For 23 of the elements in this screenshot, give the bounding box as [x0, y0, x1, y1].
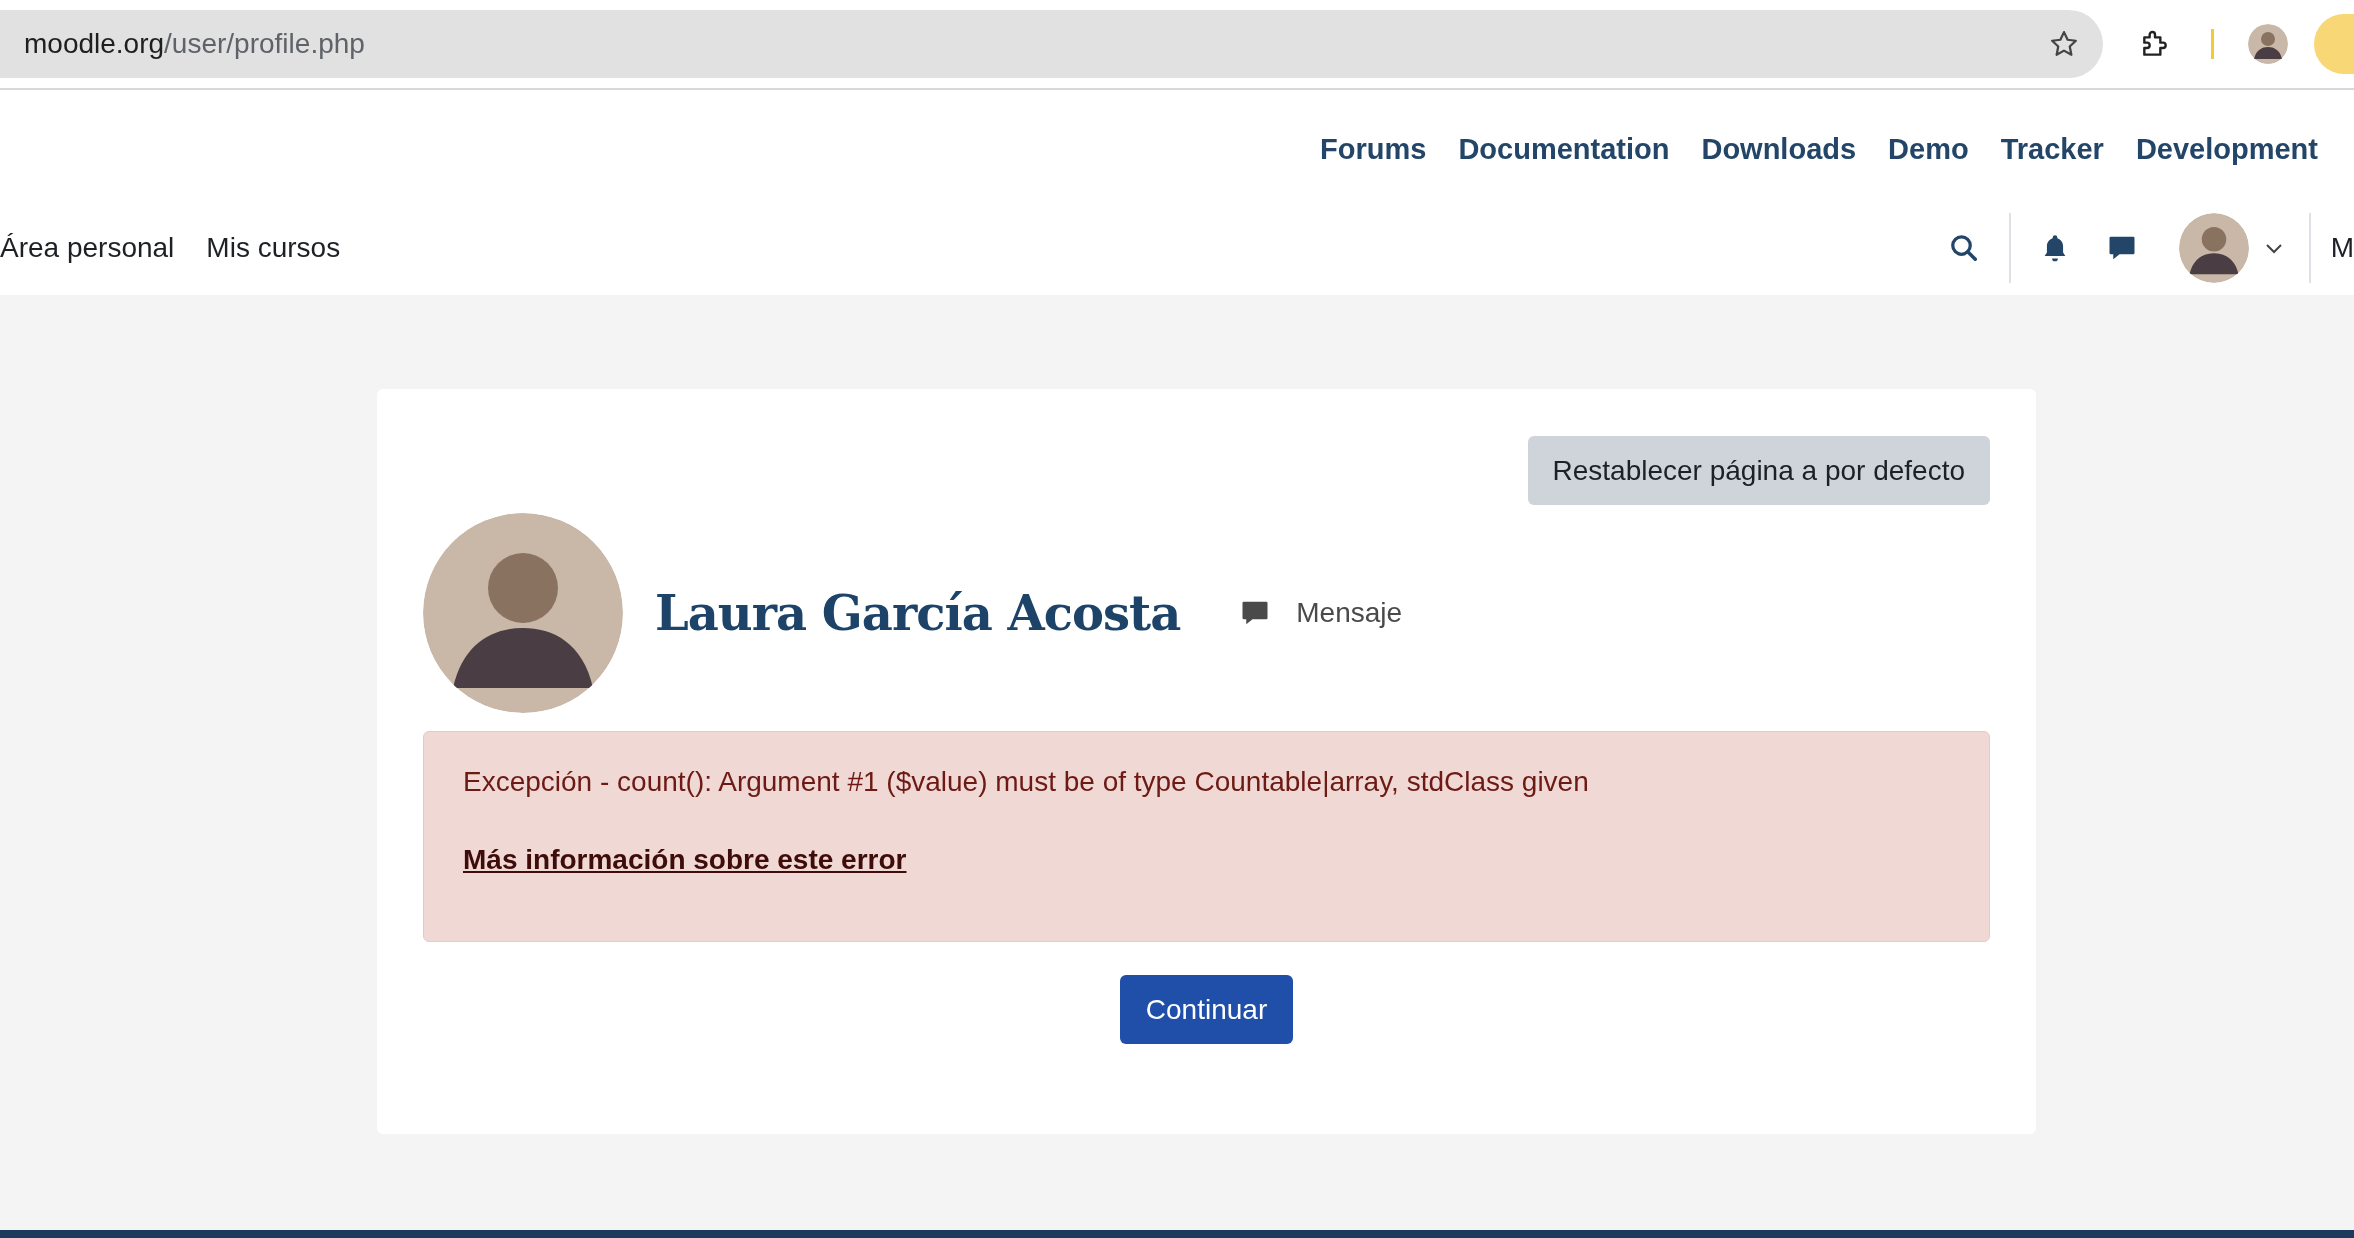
site-nav-link[interactable]: Downloads	[1701, 132, 1857, 166]
address-bar[interactable]: moodle.org/user/profile.php	[0, 10, 2103, 78]
chevron-down-icon[interactable]	[2264, 241, 2283, 254]
user-name: Laura García Acosta	[655, 585, 1181, 641]
course-nav-link[interactable]: Mis cursos	[206, 231, 341, 264]
site-nav-link[interactable]: Documentation	[1458, 132, 1670, 166]
star-icon[interactable]	[2049, 29, 2079, 59]
reset-page-button[interactable]: Restablecer página a por defecto	[1527, 436, 1990, 505]
avatar-silhouette-icon	[423, 513, 623, 713]
profile-avatar-icon[interactable]	[2248, 24, 2288, 64]
site-nav-link[interactable]: Demo	[1888, 132, 1969, 166]
site-nav-link[interactable]: Forums	[1320, 132, 1427, 166]
site-nav-link[interactable]: Development	[2135, 132, 2318, 166]
nav-menu-text[interactable]: M	[2330, 231, 2354, 264]
more-info-link[interactable]: Más información sobre este error	[463, 844, 907, 876]
course-nav-link[interactable]: Área personal	[0, 231, 175, 264]
message-link[interactable]: Mensaje	[1240, 597, 1403, 629]
search-icon[interactable]	[1948, 232, 1979, 263]
site-nav-link[interactable]: Tracker	[2000, 132, 2104, 166]
error-message: Excepción - count(): Argument #1 ($value) must be of type Countable|array, stdClass given	[463, 766, 1590, 798]
continue-button[interactable]: Continuar	[1119, 975, 1294, 1044]
url-text: moodle.org/user/profile.php	[24, 28, 366, 60]
user-avatar-icon[interactable]	[2178, 212, 2249, 283]
